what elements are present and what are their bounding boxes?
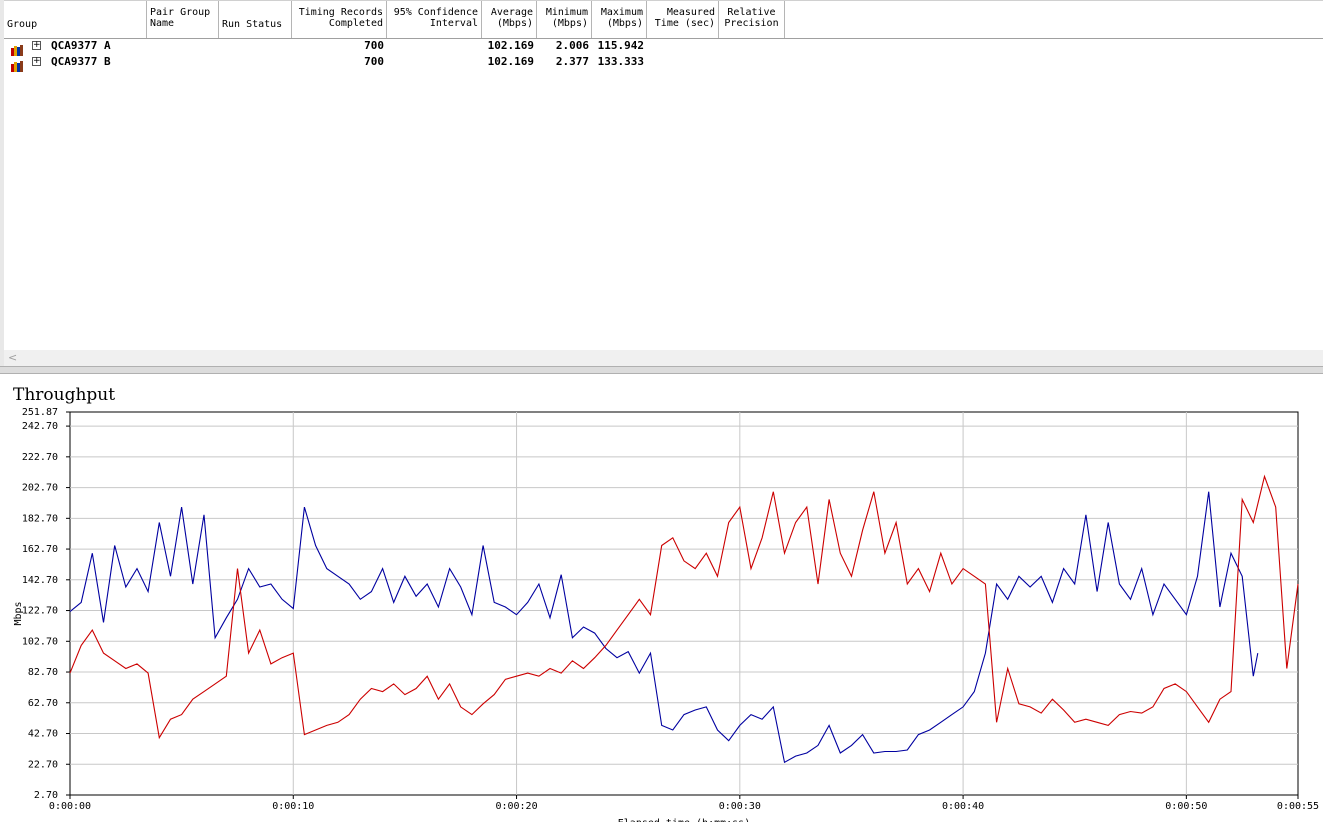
column-header-max[interactable]: Maximum (Mbps) [592, 1, 647, 38]
x-tick-label: 0:00:50 [1165, 801, 1207, 812]
table-row[interactable]: + QCA9377 B 700 102.169 2.377 133.333 [4, 54, 1323, 72]
y-tick-label: 42.70 [28, 729, 58, 740]
cell-max: 133.333 [597, 55, 644, 68]
table-row[interactable]: + QCA9377 A 700 102.169 2.006 115.942 [4, 38, 1323, 56]
pair-group-chart-icon [11, 41, 23, 56]
column-header-pair_group[interactable]: Pair Group Name [147, 1, 219, 38]
plot-area [69, 411, 1299, 796]
x-axis-label: Elapsed time (h:mm:ss) [618, 818, 750, 822]
y-tick-label: 251.87 [22, 407, 58, 418]
column-header-run_status[interactable]: Run Status [219, 1, 292, 38]
throughput-chart-svg: Throughput 251.87 242.70 222.70 202.70 182.70… [13, 385, 1319, 822]
cell-timing: 700 [364, 55, 384, 68]
y-tick-label: 162.70 [22, 544, 58, 555]
column-header-group[interactable]: Group [4, 1, 147, 38]
y-tick-label: 2.70 [34, 790, 58, 801]
y-tick-label: 122.70 [22, 606, 58, 617]
y-tick-label: 102.70 [22, 636, 58, 647]
expand-plus-icon[interactable]: + [32, 57, 41, 66]
y-axis-label: Mbps [13, 601, 24, 625]
x-tick-label: 0:00:40 [942, 801, 984, 812]
results-table: Group Pair Group Name Run Status Timing Rec… [0, 0, 1323, 366]
throughput-chart: Throughput 251.87 242.70 222.70 202.70 182.70… [0, 374, 1323, 822]
cell-min: 2.377 [555, 55, 589, 68]
cell-min: 2.006 [555, 39, 589, 52]
y-tick-label: 22.70 [28, 759, 58, 770]
scroll-left-arrow-icon[interactable]: < [8, 350, 20, 366]
table-header: Group Pair Group Name Run Status Timing Rec… [4, 0, 1323, 39]
cell-avg: 102.169 [487, 39, 534, 52]
cell-name: QCA9377 B [51, 55, 111, 68]
horizontal-scrollbar[interactable]: < [4, 350, 1323, 366]
column-header-min[interactable]: Minimum (Mbps) [537, 1, 592, 38]
y-tick-label: 202.70 [22, 483, 58, 494]
column-header-ci[interactable]: 95% Confidence Interval [387, 1, 482, 38]
y-tick-label: 222.70 [22, 452, 58, 463]
cell-max: 115.942 [597, 39, 644, 52]
x-tick-label: 0:00:55 [1277, 801, 1319, 812]
pair-group-chart-icon [11, 57, 23, 72]
x-tick-label: 0:00:10 [272, 801, 314, 812]
x-tick-label: 0:00:20 [495, 801, 537, 812]
column-header-mtime[interactable]: Measured Time (sec) [647, 1, 719, 38]
x-tick-label: 0:00:30 [719, 801, 761, 812]
cell-name: QCA9377 A [51, 39, 111, 52]
cell-timing: 700 [364, 39, 384, 52]
column-header-rp[interactable]: Relative Precision [719, 1, 785, 38]
y-tick-label: 242.70 [22, 421, 58, 432]
x-tick-label: 0:00:00 [49, 801, 91, 812]
pane-splitter[interactable] [0, 366, 1323, 374]
cell-avg: 102.169 [487, 55, 534, 68]
y-tick-label: 182.70 [22, 513, 58, 524]
column-header-avg[interactable]: Average (Mbps) [482, 1, 537, 38]
y-tick-label: 142.70 [22, 575, 58, 586]
chart-title: Throughput [13, 385, 115, 405]
y-tick-label: 82.70 [28, 667, 58, 678]
y-tick-label: 62.70 [28, 698, 58, 709]
expand-plus-icon[interactable]: + [32, 41, 41, 50]
column-header-timing[interactable]: Timing Records Completed [292, 1, 387, 38]
